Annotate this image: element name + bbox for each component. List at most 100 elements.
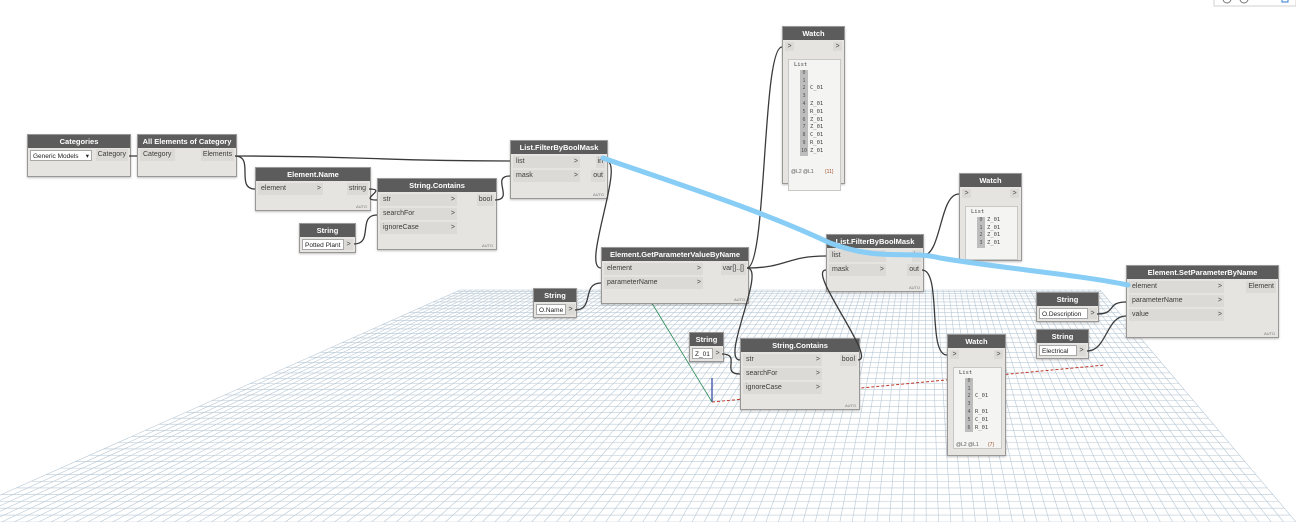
input-port-mask[interactable]: mask >: [829, 264, 886, 276]
node-title: List.FilterByBoolMask: [827, 235, 923, 248]
output-port-out[interactable]: out: [591, 170, 605, 182]
list-index: 4: [965, 408, 973, 417]
lacing-label: AUTO: [1263, 331, 1275, 336]
output-port[interactable]: bool: [476, 194, 494, 206]
list-value: C_01: [810, 132, 824, 139]
string-value-input[interactable]: Z_01: [692, 348, 713, 359]
node-string-contains-2[interactable]: String.Contains str > bool searchFor > ign…: [740, 338, 860, 410]
output-port[interactable]: Element: [1246, 281, 1276, 293]
node-filter-by-bool-mask-2[interactable]: List.FilterByBoolMask list > in mask > out…: [826, 234, 924, 292]
list-index: 1: [800, 77, 808, 86]
input-port-parametername[interactable]: parameterName >: [1129, 295, 1224, 307]
watch-list-item: 0 Z_01: [971, 216, 1000, 225]
node-watch-1[interactable]: Watch > > List 0 1 2 C_01 3 4 Z_01 5 R_01 6 Z_01 7 Z…: [782, 26, 845, 191]
input-port-searchfor[interactable]: searchFor >: [380, 208, 457, 220]
output-port[interactable]: >: [344, 239, 353, 250]
input-port-list[interactable]: list >: [829, 250, 886, 262]
output-port[interactable]: >: [1010, 189, 1019, 198]
input-port[interactable]: >: [950, 350, 959, 359]
watch-list-item: 3: [794, 93, 823, 101]
input-port[interactable]: Category: [140, 149, 175, 161]
node-string-electrical[interactable]: String Electrical >: [1036, 329, 1089, 359]
node-set-parameter-by-name[interactable]: Element.SetParameterByName element > Elem…: [1126, 265, 1279, 338]
input-port[interactable]: >: [785, 42, 794, 51]
input-port-ignorecase[interactable]: ignoreCase >: [743, 382, 822, 394]
string-value-input[interactable]: Potted Plant: [302, 239, 344, 250]
output-port[interactable]: >: [833, 42, 842, 51]
list-value: C_01: [810, 85, 824, 92]
input-port[interactable]: element >: [258, 183, 323, 195]
node-string-oname[interactable]: String O.Name >: [533, 288, 577, 318]
input-port-ignorecase[interactable]: ignoreCase >: [380, 222, 457, 234]
output-port[interactable]: >: [566, 304, 575, 315]
watch-footer-count: {11}: [825, 169, 834, 175]
watch-footer-levels: @L2 @L1: [791, 169, 814, 175]
list-index: 7: [800, 124, 808, 133]
node-categories[interactable]: Categories Generic Models ▾ Category: [27, 134, 131, 177]
output-port[interactable]: Category: [95, 149, 128, 161]
node-all-elements-of-category[interactable]: All Elements of Category Category Elemen…: [137, 134, 237, 177]
output-port[interactable]: >: [1088, 308, 1097, 319]
input-port-mask[interactable]: mask >: [513, 170, 580, 182]
string-value-input[interactable]: O.Name: [536, 304, 566, 315]
node-string-z01[interactable]: String Z_01 >: [689, 332, 724, 362]
node-title: Element.SetParameterByName: [1127, 266, 1278, 279]
graph-canvas[interactable]: Categories Generic Models ▾ Category All…: [0, 0, 1296, 522]
list-index: 6: [800, 116, 808, 125]
node-title: String: [300, 224, 355, 237]
list-index: 4: [800, 100, 808, 109]
output-port-in[interactable]: in: [911, 250, 921, 262]
input-port-str[interactable]: str >: [380, 194, 457, 206]
node-string-odescription[interactable]: String O.Description >: [1036, 292, 1099, 322]
input-port-element[interactable]: element >: [604, 263, 703, 275]
watch-list-label: List: [959, 370, 973, 376]
output-port[interactable]: Elements: [200, 149, 234, 161]
input-port-str[interactable]: str >: [743, 354, 822, 366]
node-title: String: [690, 333, 723, 346]
input-port-list[interactable]: list >: [513, 156, 580, 168]
list-index: 10: [800, 147, 808, 156]
watch-list-item: 6 R_01: [959, 424, 988, 433]
list-value: R_01: [975, 408, 989, 415]
node-title: String.Contains: [378, 179, 496, 192]
watch-list-item: 9 R_01: [794, 139, 824, 148]
node-title: Watch: [783, 27, 844, 40]
node-string-contains-1[interactable]: String.Contains str > bool searchFor > ign…: [377, 178, 497, 250]
watch-list-item: 7 Z_01: [794, 124, 823, 133]
node-watch-3[interactable]: Watch > > List 0 1 2 C_01 3 4 R_01 5 C_01 6 R_01 @…: [947, 334, 1006, 456]
node-get-parameter-value-by-name[interactable]: Element.GetParameterValueByName element >…: [601, 247, 749, 304]
list-value: R_01: [810, 139, 824, 146]
input-port-parametername[interactable]: parameterName >: [604, 277, 703, 289]
list-index: 3: [800, 93, 808, 101]
output-port[interactable]: >: [994, 350, 1003, 359]
list-value: Z_01: [810, 147, 824, 154]
output-port[interactable]: string: [346, 183, 368, 195]
input-port-searchfor[interactable]: searchFor >: [743, 368, 822, 380]
watch-list-item: 2 Z_01: [971, 232, 1000, 241]
output-port[interactable]: >: [713, 348, 722, 359]
output-port[interactable]: var[]..[]: [720, 263, 746, 275]
node-element-name[interactable]: Element.Name element > string AUTO: [255, 167, 371, 211]
list-index: 5: [965, 416, 973, 425]
output-port-out[interactable]: out: [907, 264, 921, 276]
node-watch-2[interactable]: Watch > > List 0 Z_01 1 Z_01 2 Z_01 3 Z_01: [959, 173, 1022, 261]
output-port[interactable]: >: [1077, 345, 1086, 356]
list-index: 2: [800, 85, 808, 94]
node-title: List.FilterByBoolMask: [511, 141, 607, 154]
string-value-input[interactable]: Electrical: [1039, 345, 1077, 356]
lacing-label: AUTO: [355, 204, 367, 209]
input-port-value[interactable]: value >: [1129, 309, 1224, 321]
node-filter-by-bool-mask-1[interactable]: List.FilterByBoolMask list > in mask > out…: [510, 140, 608, 199]
list-value: Z_01: [987, 224, 1001, 231]
input-port[interactable]: >: [962, 189, 971, 198]
node-string-potted-plant[interactable]: String Potted Plant >: [299, 223, 356, 253]
output-port-in[interactable]: in: [595, 156, 605, 168]
watch-list-item: 5 C_01: [959, 416, 988, 425]
string-value-input[interactable]: O.Description: [1039, 308, 1088, 319]
watch-list-item: 1: [959, 385, 988, 394]
category-dropdown[interactable]: Generic Models ▾: [30, 150, 92, 161]
output-port[interactable]: bool: [839, 354, 857, 366]
lacing-label: AUTO: [908, 285, 920, 290]
watch-list: List 0 1 2 C_01 3 4 R_01 5 C_01 6 R_01: [959, 370, 989, 433]
input-port-element[interactable]: element >: [1129, 281, 1224, 293]
